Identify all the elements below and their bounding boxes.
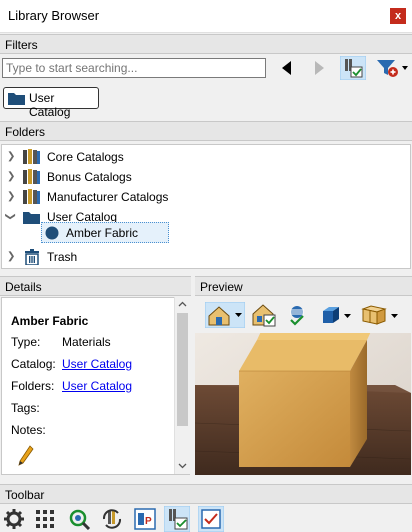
- folder-icon: [23, 212, 40, 224]
- tree-item-trash[interactable]: ❯ Trash: [2, 247, 410, 267]
- back-arrow-icon[interactable]: [280, 60, 294, 76]
- sphere-check-icon[interactable]: [287, 305, 307, 327]
- type-value: Materials: [62, 335, 111, 349]
- type-label: Type:: [11, 335, 41, 349]
- tree-item-core-catalogs[interactable]: ❯ Core Catalogs: [2, 147, 410, 167]
- chevron-right-icon[interactable]: ❯: [7, 251, 15, 262]
- details-title: Details: [5, 280, 42, 294]
- tags-label: Tags:: [11, 401, 40, 415]
- chevron-right-icon[interactable]: ❯: [7, 191, 15, 202]
- refresh-search-icon[interactable]: [68, 508, 92, 530]
- chevron-down-icon[interactable]: ❯: [5, 212, 16, 220]
- catalog-check-toggle-icon[interactable]: [164, 506, 190, 532]
- material-preview-image: [195, 333, 411, 475]
- title-bar: Library Browser x: [0, 0, 412, 33]
- catalog-link[interactable]: User Catalog: [62, 357, 132, 371]
- grid-icon[interactable]: [35, 509, 55, 529]
- books-icon: [23, 169, 40, 184]
- preview-toolbar: [195, 297, 411, 333]
- folders-label: Folders:: [11, 379, 55, 393]
- details-scrollbar[interactable]: [174, 297, 190, 474]
- tree-item-amber-fabric[interactable]: Amber Fabric: [41, 222, 169, 243]
- room-view-dropdown-icon[interactable]: [361, 304, 401, 326]
- cube-dropdown-icon[interactable]: [319, 304, 353, 326]
- details-panel: Amber Fabric Type: Materials Catalog: Us…: [1, 297, 190, 475]
- toolbar-title: Toolbar: [5, 488, 45, 502]
- details-item-name: Amber Fabric: [11, 314, 89, 328]
- house-check-icon[interactable]: [251, 302, 277, 328]
- bottom-toolbar: P: [0, 505, 412, 532]
- gear-icon[interactable]: [3, 508, 25, 530]
- window-title: Library Browser: [8, 8, 100, 23]
- scroll-up-icon[interactable]: [178, 301, 187, 307]
- folders-link[interactable]: User Catalog: [62, 379, 132, 393]
- filters-title: Filters: [5, 38, 38, 52]
- tree-item-label: Manufacturer Catalogs: [47, 190, 169, 204]
- properties-icon[interactable]: P: [134, 508, 156, 530]
- filters-header: Filters: [0, 34, 412, 54]
- scrollbar-thumb[interactable]: [177, 313, 188, 426]
- notes-label: Notes:: [11, 423, 46, 437]
- preview-header: Preview: [195, 276, 412, 296]
- active-filter-chip[interactable]: User Catalog: [3, 87, 99, 119]
- pencil-icon[interactable]: [17, 444, 35, 468]
- checklist-toggle-icon[interactable]: [198, 506, 224, 532]
- catalog-filter-toggle-icon[interactable]: [340, 56, 366, 80]
- close-button[interactable]: x: [390, 8, 406, 24]
- tree-item-manufacturer-catalogs[interactable]: ❯ Manufacturer Catalogs: [2, 187, 410, 207]
- books-icon: [23, 189, 40, 204]
- chevron-right-icon[interactable]: ❯: [7, 171, 15, 182]
- forward-arrow-icon[interactable]: [312, 60, 326, 76]
- chevron-right-icon[interactable]: ❯: [7, 151, 15, 162]
- filter-dropdown-icon[interactable]: [376, 58, 410, 78]
- tree-item-label: Amber Fabric: [66, 226, 139, 240]
- catalog-sync-icon[interactable]: [100, 508, 124, 530]
- tree-item-bonus-catalogs[interactable]: ❯ Bonus Catalogs: [2, 167, 410, 187]
- active-filter-label: User Catalog: [29, 91, 71, 119]
- scroll-down-icon[interactable]: [178, 463, 187, 469]
- svg-text:P: P: [145, 516, 152, 527]
- catalog-label: Catalog:: [11, 357, 56, 371]
- preview-render: [195, 333, 411, 475]
- details-header: Details: [0, 276, 191, 296]
- tree-item-label: Core Catalogs: [47, 150, 124, 164]
- toolbar-header: Toolbar: [0, 484, 412, 504]
- folders-header: Folders: [0, 121, 412, 141]
- trash-icon: [25, 249, 39, 265]
- folders-title: Folders: [5, 125, 46, 139]
- material-circle-icon: [45, 226, 59, 240]
- folder-tree: ❯ Core Catalogs ❯ Bonus Catalogs ❯ Manuf…: [1, 144, 411, 269]
- folder-icon: [8, 93, 25, 105]
- search-input[interactable]: [2, 58, 266, 78]
- preview-scene-dropdown-icon[interactable]: [205, 302, 245, 328]
- preview-title: Preview: [200, 280, 243, 294]
- tree-item-label: Bonus Catalogs: [47, 170, 132, 184]
- books-icon: [23, 149, 40, 164]
- tree-item-label: Trash: [47, 250, 78, 264]
